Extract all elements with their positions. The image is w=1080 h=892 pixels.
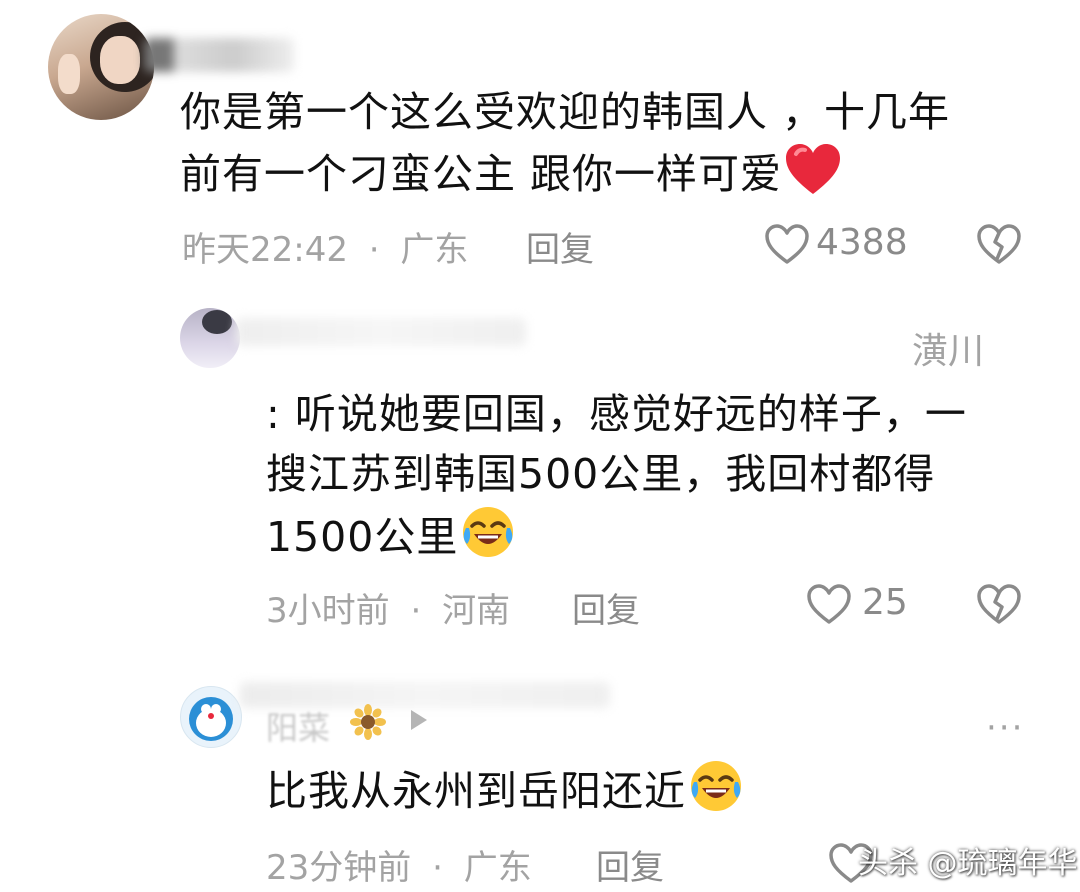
username-blurred[interactable] [144, 38, 294, 72]
reply-button[interactable]: 回复 [526, 222, 594, 271]
comment-text: : 听说她要回国，感觉好远的样子，一 搜江苏到韩国500公里，我回村都得 150… [266, 384, 1046, 576]
sunflower-icon [350, 704, 386, 744]
reply-avatar[interactable] [180, 686, 242, 748]
comment-line: 1500公里 [266, 513, 459, 561]
like-heart-icon[interactable] [806, 583, 852, 625]
user-avatar[interactable] [48, 14, 154, 120]
reply-button[interactable]: 回复 [596, 840, 664, 889]
laughing-crying-emoji [688, 758, 744, 830]
meta-separator: · [410, 591, 422, 631]
play-arrow-icon [408, 708, 430, 736]
meta-separator: · [432, 848, 443, 888]
meta-separator: · [368, 230, 380, 270]
like-heart-icon[interactable] [764, 223, 810, 265]
comment-time: 昨天22:42 [182, 230, 348, 270]
red-heart-emoji [784, 142, 842, 212]
watermark: 头杀 @琉璃年华 [858, 846, 1078, 881]
location-tag: 潢川 [912, 331, 985, 372]
comment-time: 3小时前 [266, 591, 390, 631]
more-options-button[interactable]: ··· [986, 708, 1024, 748]
dislike-broken-heart-icon[interactable] [976, 583, 1022, 625]
comment-time: 23分钟前 [266, 848, 412, 888]
comment-line: 搜江苏到韩国500公里，我回村都得 [266, 450, 936, 498]
reply-avatar[interactable] [180, 308, 240, 368]
comment-text: 你是第一个这么受欢迎的韩国人 ，十几年 前有一个刁蛮公主 跟你一样可爱 [180, 82, 1040, 212]
like-count: 25 [862, 582, 908, 623]
reply-button[interactable]: 回复 [572, 583, 640, 632]
username-blurred[interactable] [236, 318, 526, 346]
like-count: 4388 [816, 222, 908, 263]
comment-meta: 昨天22:42 · 广东 [182, 222, 468, 271]
comment-location: 河南 [442, 591, 511, 631]
comment-meta: 3小时前 · 河南 [266, 583, 510, 632]
comment-location: 广东 [400, 230, 469, 270]
laughing-crying-emoji [460, 504, 516, 576]
comment-line: : 听说她要回国，感觉好远的样子，一 [266, 390, 967, 438]
comment-line: 你是第一个这么受欢迎的韩国人 ，十几年 [180, 88, 951, 136]
dislike-broken-heart-icon[interactable] [976, 223, 1022, 265]
comment-meta: 23分钟前 · 广东 [266, 840, 532, 889]
comment-line: 比我从永州到岳阳还近 [266, 767, 686, 815]
comment-line: 前有一个刁蛮公主 跟你一样可爱 [180, 150, 783, 198]
username[interactable]: 阳菜 [266, 703, 330, 749]
comment-text: 比我从永州到岳阳还近 [266, 758, 1046, 830]
comment-location: 广东 [463, 848, 532, 888]
